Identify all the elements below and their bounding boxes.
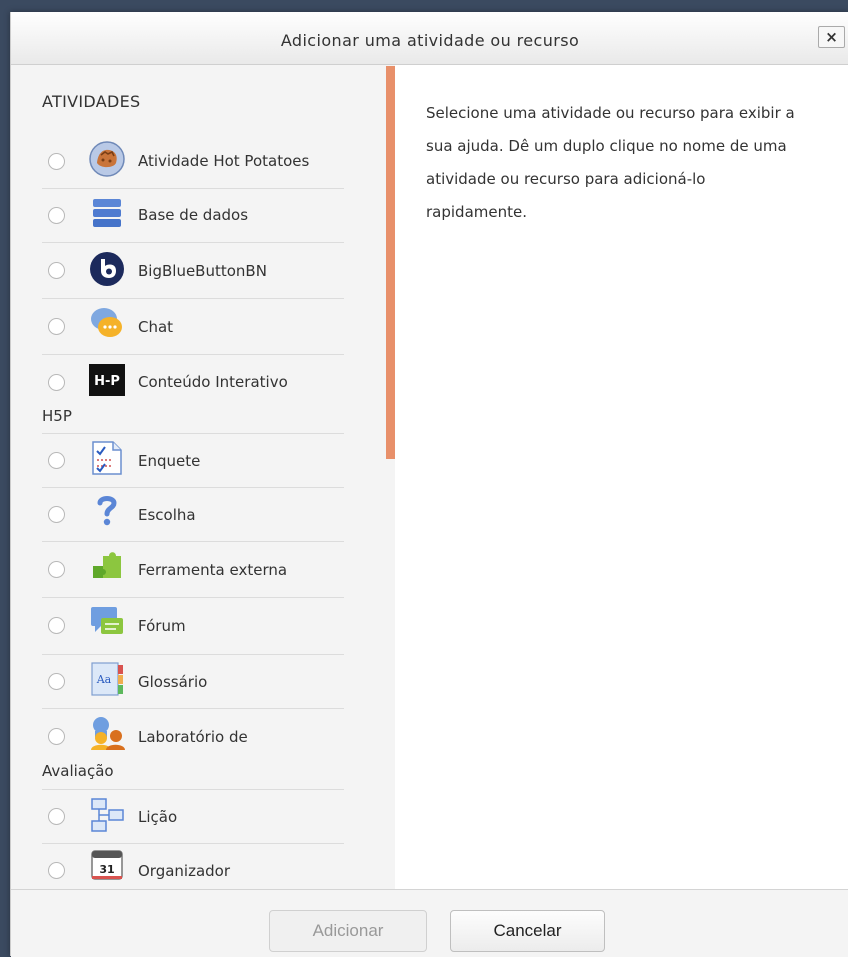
option-label: Enquete (138, 452, 201, 470)
option-hot-potatoes[interactable]: Atividade Hot Potatoes (42, 134, 344, 189)
option-survey[interactable]: Enquete (42, 434, 344, 488)
hotpot-icon (89, 141, 125, 177)
radio-button[interactable] (48, 808, 65, 825)
radio-button[interactable] (48, 862, 65, 879)
svg-text:H-P: H-P (94, 374, 120, 389)
option-label: BigBlueButtonBN (138, 262, 267, 280)
option-scheduler[interactable]: 31 Organizador (42, 844, 344, 889)
close-button[interactable]: × (818, 26, 845, 48)
workshop-icon (91, 717, 125, 750)
option-label: Base de dados (138, 206, 249, 224)
help-text: Selecione uma atividade ou recurso para … (426, 104, 795, 221)
option-label: Glossário (138, 673, 208, 691)
add-button[interactable]: Adicionar (269, 910, 427, 952)
database-icon (93, 199, 121, 227)
options-scrollbar[interactable] (386, 66, 395, 459)
radio-button[interactable] (48, 728, 65, 745)
survey-icon (92, 441, 122, 475)
cancel-button[interactable]: Cancelar (450, 910, 605, 952)
radio-button[interactable] (48, 673, 65, 690)
radio-button[interactable] (48, 617, 65, 634)
add-activity-dialog: Adicionar uma atividade ou recurso × ATI… (10, 12, 848, 957)
option-chat[interactable]: Chat (42, 299, 344, 355)
h5p-icon: H-P (89, 364, 125, 396)
svg-text:31: 31 (99, 863, 114, 876)
option-label-continued: H5P (42, 407, 72, 425)
dialog-footer: Adicionar Cancelar (11, 889, 848, 957)
section-title-activities: ATIVIDADES (42, 92, 141, 111)
forum-icon (91, 607, 123, 634)
option-label: Lição (138, 808, 178, 826)
calendar-icon: 31 (91, 850, 123, 880)
option-label: Escolha (138, 506, 196, 524)
radio-button[interactable] (48, 207, 65, 224)
option-h5p[interactable]: H-P Conteúdo Interativo H5P (42, 355, 344, 434)
puzzle-icon (93, 552, 121, 578)
radio-button[interactable] (48, 561, 65, 578)
bigbluebutton-icon (90, 252, 124, 286)
option-lesson[interactable]: Lição (42, 790, 344, 844)
radio-button[interactable] (48, 452, 65, 469)
option-database[interactable]: Base de dados (42, 189, 344, 243)
radio-button[interactable] (48, 374, 65, 391)
glossary-icon: Aa (91, 662, 123, 696)
radio-button[interactable] (48, 153, 65, 170)
dialog-title: Adicionar uma atividade ou recurso (280, 31, 580, 50)
option-label: Conteúdo Interativo (138, 373, 288, 391)
option-label: Laboratório de (138, 728, 248, 746)
option-forum[interactable]: Fórum (42, 598, 344, 655)
lesson-icon (91, 798, 124, 832)
chat-icon (91, 308, 122, 337)
option-label: Ferramenta externa (138, 561, 288, 579)
help-panel: Selecione uma atividade ou recurso para … (395, 65, 848, 889)
option-bigbluebutton[interactable]: BigBlueButtonBN (42, 243, 344, 299)
radio-button[interactable] (48, 318, 65, 335)
option-label: Fórum (138, 617, 186, 635)
option-label: Atividade Hot Potatoes (138, 152, 310, 170)
radio-button[interactable] (48, 262, 65, 279)
radio-button[interactable] (48, 506, 65, 523)
svg-text:Aa: Aa (96, 673, 112, 686)
option-choice[interactable]: Escolha (42, 488, 344, 542)
activity-options-panel[interactable]: ATIVIDADES Atividade Hot Potatoes Base d… (11, 65, 395, 889)
option-label: Chat (138, 318, 174, 336)
option-label: Organizador (138, 862, 231, 880)
option-glossary[interactable]: Aa Glossário (42, 655, 344, 709)
option-label-continued: Avaliação (42, 762, 114, 780)
option-external-tool[interactable]: Ferramenta externa (42, 542, 344, 598)
dialog-header: Adicionar uma atividade ou recurso × (11, 12, 848, 65)
option-workshop[interactable]: Laboratório de Avaliação (42, 709, 344, 790)
question-icon (97, 496, 117, 526)
